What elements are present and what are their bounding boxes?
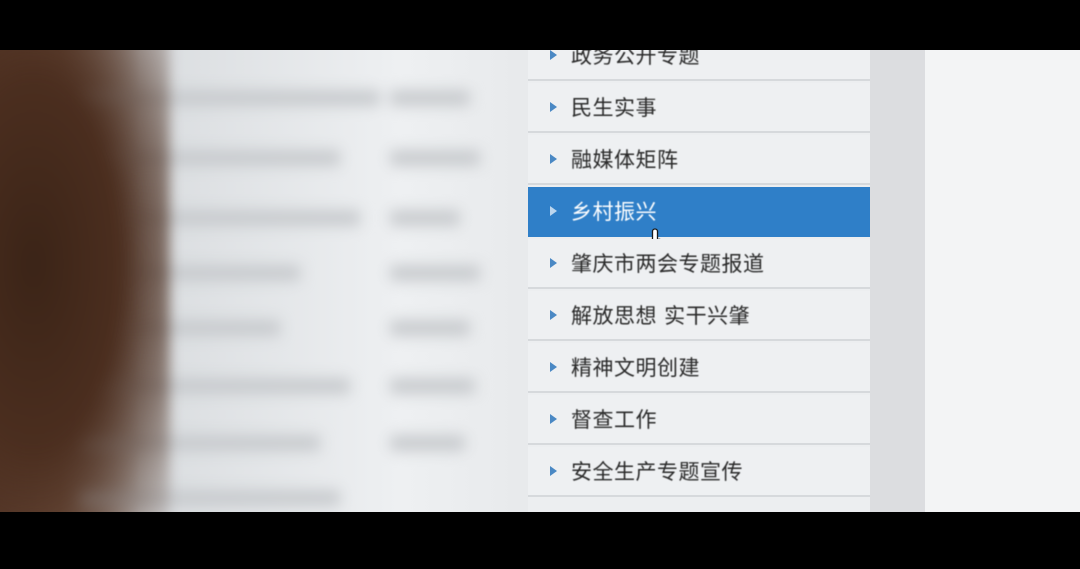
menu-item-label: 乡村振兴 bbox=[571, 200, 657, 224]
triangle-right-icon bbox=[550, 50, 557, 60]
triangle-right-icon bbox=[550, 206, 557, 216]
right-panel bbox=[925, 50, 1080, 512]
triangle-right-icon bbox=[550, 414, 557, 424]
letterbox-top bbox=[0, 0, 1080, 50]
triangle-right-icon bbox=[550, 466, 557, 476]
triangle-right-icon bbox=[550, 310, 557, 320]
sidebar-menu: 政务公开专题民生实事融媒体矩阵乡村振兴肇庆市两会专题报道 解放思想 实干兴肇 精神文… bbox=[528, 50, 870, 512]
menu-item[interactable]: 融媒体矩阵 bbox=[528, 135, 870, 185]
menu-item[interactable]: 民生实事 bbox=[528, 83, 870, 133]
menu-item[interactable]: 肇庆市两会专题报道 bbox=[528, 239, 870, 289]
menu-item-label: 融媒体矩阵 bbox=[571, 148, 679, 172]
menu-item-label: 督查工作 bbox=[571, 408, 657, 432]
triangle-right-icon bbox=[550, 154, 557, 164]
menu-item[interactable]: 乡村振兴 bbox=[528, 187, 870, 257]
menu-item-label: 政务公开专题 bbox=[571, 50, 700, 68]
menu-item-label: 民生实事 bbox=[571, 96, 657, 120]
menu-item[interactable]: 政务公开专题 bbox=[528, 50, 870, 81]
menu-item[interactable]: 安全生产专题宣传 bbox=[528, 447, 870, 497]
triangle-right-icon bbox=[550, 362, 557, 372]
menu-item-label: 精神文明创建 bbox=[571, 356, 700, 380]
menu-item-label: 解放思想 实干兴肇 bbox=[571, 304, 751, 328]
menu-item[interactable]: 督查工作 bbox=[528, 395, 870, 445]
viewer-head-silhouette bbox=[0, 50, 170, 512]
menu-item[interactable]: 解放思想 实干兴肇 bbox=[528, 291, 870, 341]
menu-right-edge bbox=[870, 50, 925, 512]
triangle-right-icon bbox=[550, 102, 557, 112]
menu-item-label: 肇庆市两会专题报道 bbox=[571, 252, 765, 276]
menu-item[interactable]: 精神文明创建 bbox=[528, 343, 870, 393]
menu-item-label: 安全生产专题宣传 bbox=[571, 460, 743, 484]
monitor-screen: 政务公开专题民生实事融媒体矩阵乡村振兴肇庆市两会专题报道 解放思想 实干兴肇 精神文… bbox=[0, 50, 1080, 512]
triangle-right-icon bbox=[550, 258, 557, 268]
letterbox-bottom bbox=[0, 512, 1080, 569]
